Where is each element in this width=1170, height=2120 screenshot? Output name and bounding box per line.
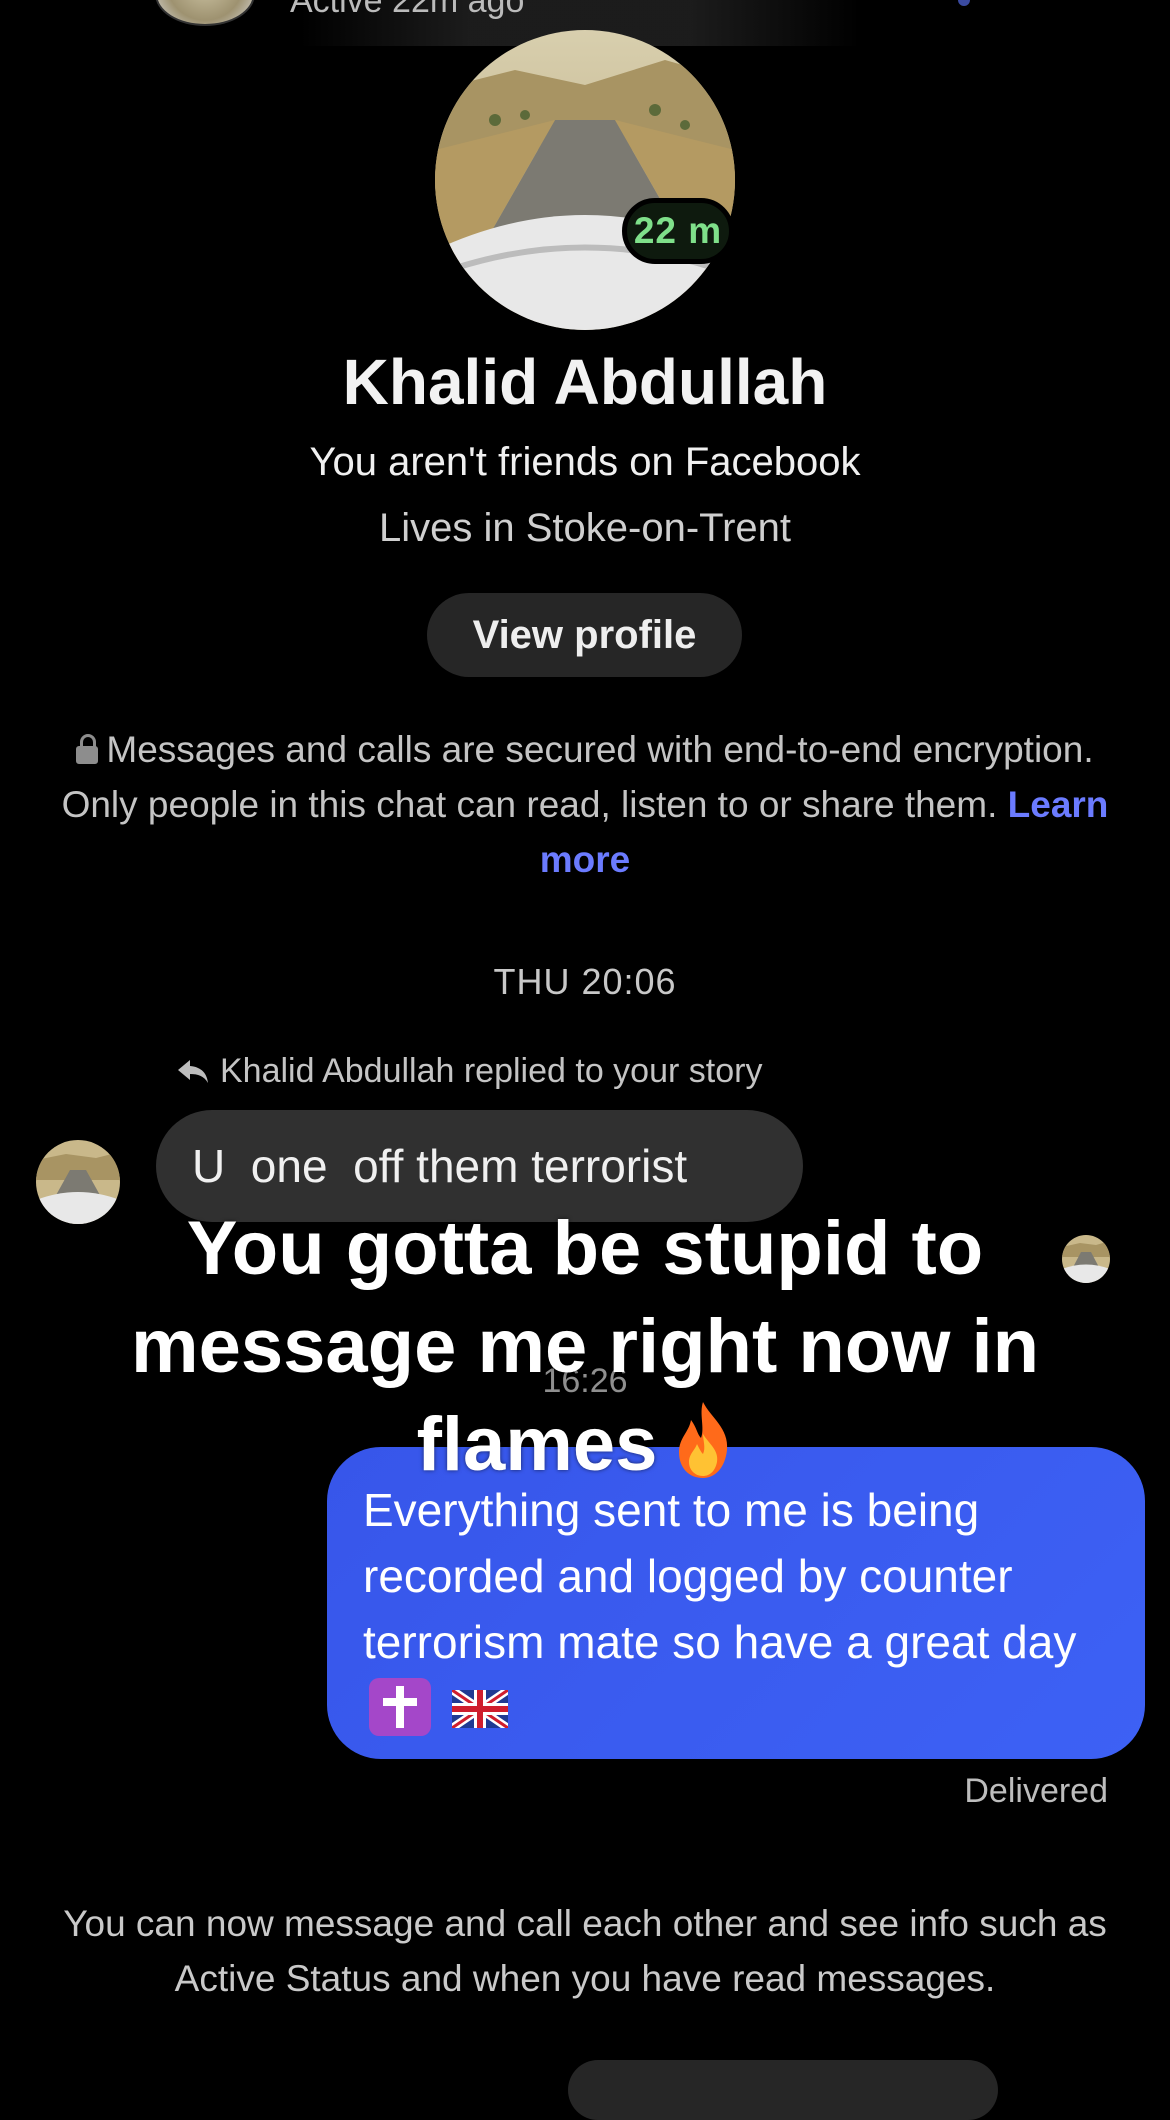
- message-timestamp: THU 20:06: [493, 961, 677, 1002]
- profile-name: Khalid Abdullah: [342, 346, 828, 418]
- overlay-caption-line-1: You gotta be stupid to: [186, 1206, 984, 1291]
- delivery-status: Delivered: [964, 1772, 1108, 1810]
- overlay-caption-line-3: flames: [416, 1402, 658, 1487]
- overlay-caption: You gotta be stupid to message me right …: [80, 1200, 1090, 1494]
- story-reply-note: Khalid Abdullah replied to your story: [176, 1052, 762, 1091]
- outgoing-message-text: Everything sent to me is being recorded …: [363, 1484, 1077, 1668]
- fire-emoji: [679, 1402, 728, 1478]
- latin-cross-emoji: [369, 1678, 431, 1736]
- encryption-notice: Messages and calls are secured with end-…: [60, 722, 1110, 887]
- encryption-text: Messages and calls are secured with end-…: [61, 729, 1094, 825]
- profile-avatar[interactable]: [435, 30, 735, 330]
- active-time-badge: 22 m: [622, 198, 734, 264]
- friendship-status: You aren't friends on Facebook: [309, 440, 861, 484]
- header-active-status: Active 22m ago: [290, 0, 525, 20]
- profile-location: Lives in Stoke-on-Trent: [378, 506, 792, 550]
- bottom-action-pill[interactable]: [568, 2060, 998, 2120]
- reply-icon: [178, 1060, 208, 1083]
- uk-flag-emoji: [451, 1690, 508, 1728]
- info-notice: You can now message and call each other …: [63, 1903, 1107, 1999]
- view-profile-button[interactable]: View profile: [427, 593, 742, 677]
- incoming-message-text: U one off them terrorist: [192, 1140, 688, 1192]
- overlay-caption-line-2: message me right now in: [131, 1304, 1039, 1389]
- lock-icon: [76, 734, 99, 764]
- story-reply-text: Khalid Abdullah replied to your story: [220, 1052, 763, 1090]
